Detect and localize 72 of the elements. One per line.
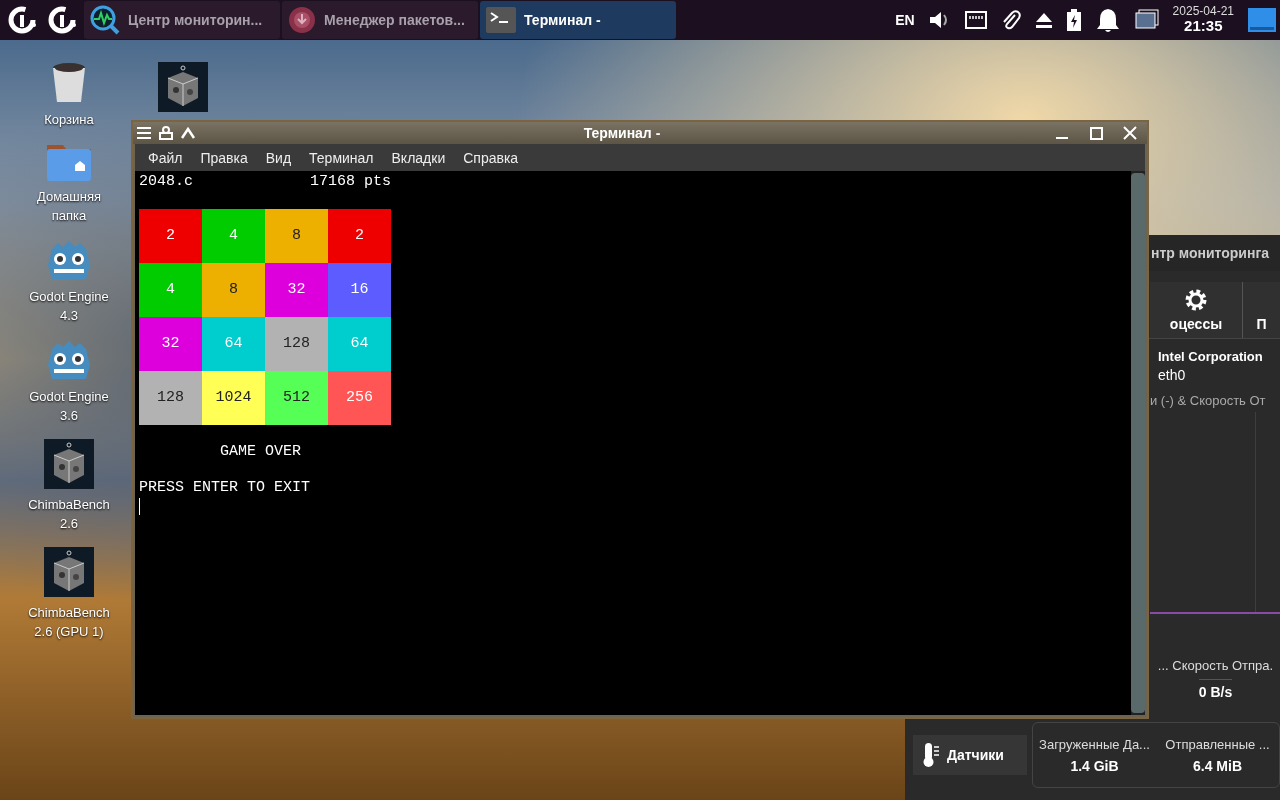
menu-item[interactable]: Вкладки xyxy=(382,149,455,166)
thermometer-icon xyxy=(921,742,941,768)
cube-icon[interactable] xyxy=(44,439,94,489)
tile: 128 xyxy=(265,317,328,371)
desktop-icon-label[interactable]: ChimbaBench 2.6 xyxy=(19,495,119,533)
scrollbar[interactable] xyxy=(1131,171,1145,715)
sidebar-item[interactable]: Датчики xyxy=(913,735,1027,775)
robot-head-icon[interactable] xyxy=(46,339,92,381)
total-label: Отправленные ... xyxy=(1165,736,1270,752)
eject-icon[interactable] xyxy=(1034,11,1053,29)
device-name: Intel Corporation xyxy=(1158,348,1264,366)
total-label: Загруженные Да... xyxy=(1039,736,1150,752)
network-port-icon[interactable] xyxy=(964,11,987,29)
program-name: 2048.c xyxy=(139,173,194,191)
upload-speed-label: ... Скорость Отпра. xyxy=(1157,658,1274,673)
game-over-text: GAME OVER xyxy=(220,443,302,461)
window-title: Терминал - xyxy=(582,125,662,141)
upload-speed-value: 0 B/s xyxy=(1198,679,1233,700)
time-text[interactable]: 21:35 xyxy=(1184,18,1223,35)
graph-legend: и (-) & Скорость От xyxy=(1027,385,1280,408)
tile: 16 xyxy=(328,263,391,317)
desktop-icon-label[interactable]: Домашняя папка xyxy=(19,187,119,225)
cube-icon[interactable] xyxy=(44,547,94,597)
windows-icon[interactable] xyxy=(1134,9,1159,31)
desktop-icon-label[interactable]: Корзина xyxy=(19,110,119,129)
menu-item[interactable]: Правка xyxy=(191,149,257,166)
tile: 8 xyxy=(202,263,265,317)
tab[interactable]: оцессы xyxy=(1150,282,1243,338)
tile: 2 xyxy=(328,209,391,263)
tile: 4 xyxy=(139,263,202,317)
score-text: 17168 pts xyxy=(310,173,391,191)
paperclip-icon[interactable] xyxy=(1000,9,1021,31)
taskbar-button[interactable]: Терминал - xyxy=(480,1,676,39)
menu-item[interactable]: Справка xyxy=(454,149,528,166)
tile: 32 xyxy=(139,317,202,371)
tile: 256 xyxy=(328,371,391,425)
desktop-icon-label[interactable]: Godot Engine 4.3 xyxy=(19,287,119,325)
text-cursor xyxy=(139,498,140,515)
tab[interactable]: П xyxy=(1243,282,1280,338)
taskbar-button[interactable]: Центр мониторин... xyxy=(84,1,280,39)
tile: 128 xyxy=(139,371,202,425)
download-icon xyxy=(288,6,316,34)
prompt-text: PRESS ENTER TO EXIT xyxy=(139,479,312,497)
bell-icon[interactable] xyxy=(1094,7,1121,33)
menu-item[interactable]: Файл xyxy=(139,149,192,166)
desktop-icon-label[interactable]: Godot Engine 3.6 xyxy=(19,387,119,425)
tile: 1024 xyxy=(202,371,265,425)
taskbar-button[interactable]: Менеджер пакетов... xyxy=(282,1,478,39)
desktop-icon-label[interactable]: ChimbaBench 2.6 (GPU 1) xyxy=(19,603,119,641)
tile: 64 xyxy=(328,317,391,371)
window-title: нтр мониторинга xyxy=(1151,245,1269,261)
keyboard-layout[interactable]: EN xyxy=(895,12,915,28)
total-value: 1.4 GiB xyxy=(1070,757,1119,774)
tile: 64 xyxy=(202,317,265,371)
robot-head-icon[interactable] xyxy=(46,239,92,281)
settings-icon xyxy=(1184,288,1208,312)
home-folder-icon[interactable] xyxy=(47,143,91,181)
tile: 32 xyxy=(265,263,328,317)
interface-name: eth0 xyxy=(1158,366,1187,385)
menu-item[interactable]: Вид xyxy=(256,149,301,166)
battery-charging-icon[interactable] xyxy=(1066,9,1081,31)
tile: 512 xyxy=(265,371,328,425)
terminal-icon xyxy=(486,7,516,33)
total-value: 6.4 MiB xyxy=(1193,757,1242,774)
activity-magnifier-icon xyxy=(90,5,120,35)
trash-icon[interactable] xyxy=(51,62,87,104)
date-text[interactable]: 2025-04-21 xyxy=(1172,5,1234,19)
cube-icon[interactable] xyxy=(158,62,208,112)
menu-item[interactable]: Терминал xyxy=(300,149,383,166)
tile: 2 xyxy=(139,209,202,263)
tile: 4 xyxy=(202,209,265,263)
tile: 8 xyxy=(265,209,328,263)
